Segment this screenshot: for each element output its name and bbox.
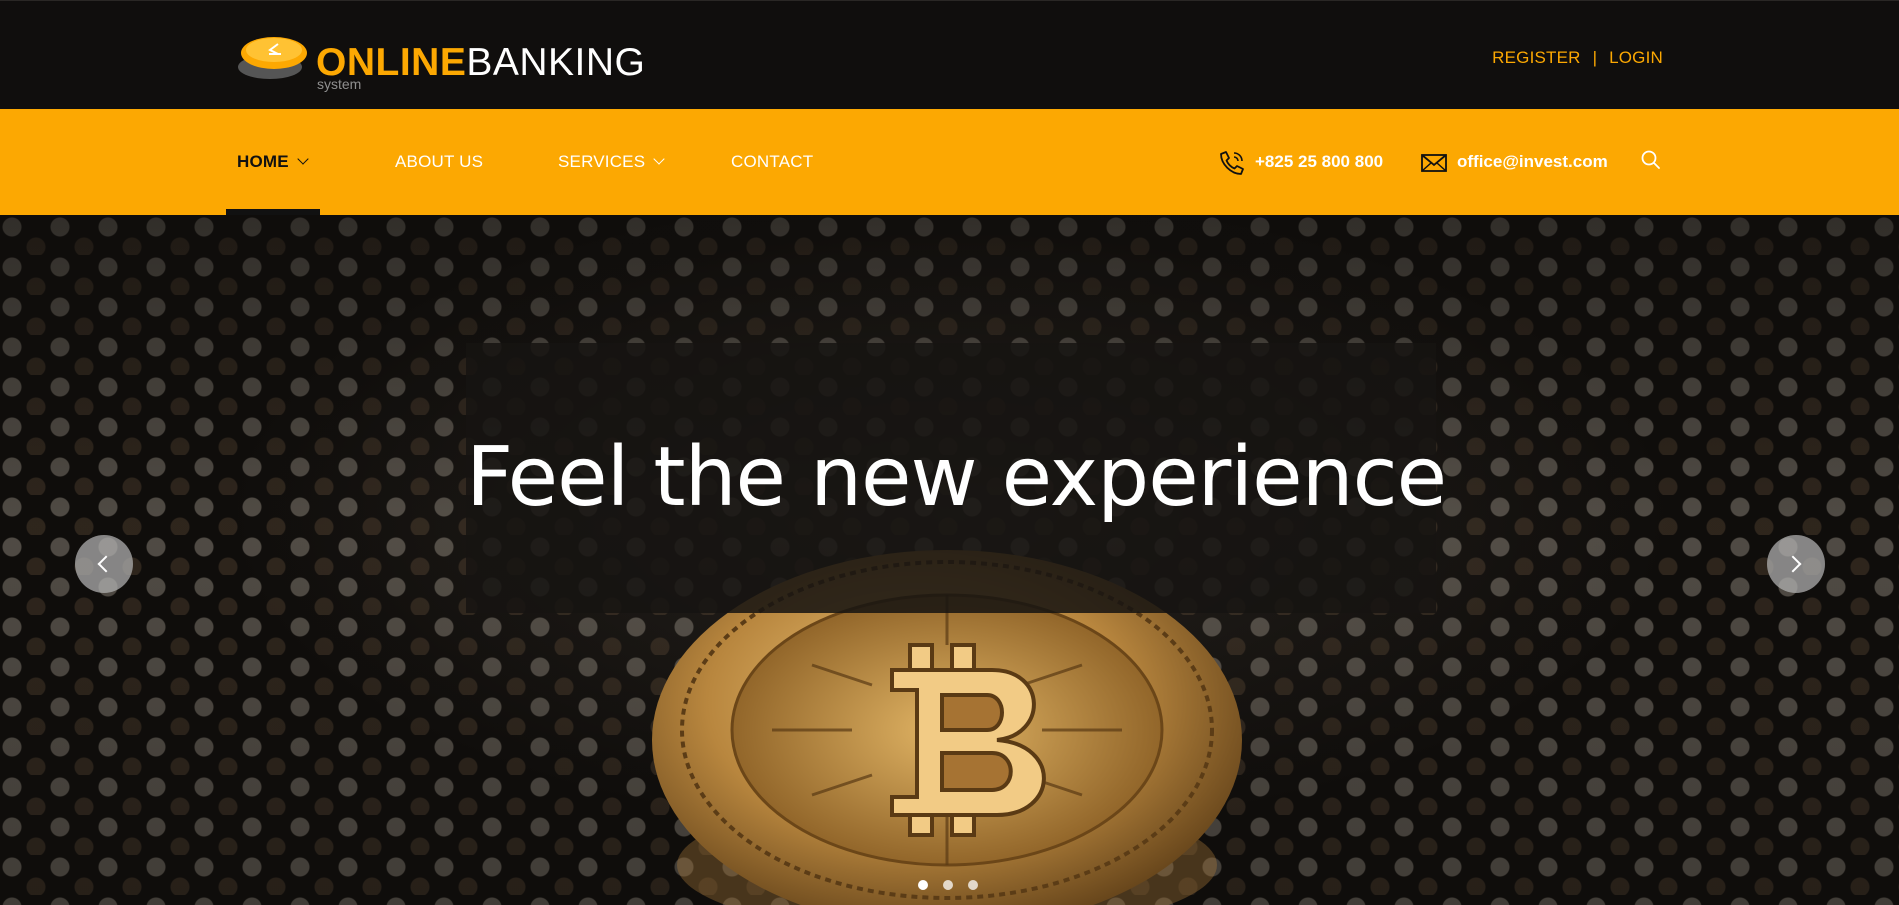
phone-number: +825 25 800 800 — [1255, 152, 1384, 171]
register-link[interactable]: REGISTER — [1492, 48, 1581, 67]
email-contact[interactable]: office@invest.com — [1420, 147, 1608, 177]
main-navbar: HOME ABOUT US SERVICES CONTACT +825 25 8… — [0, 109, 1899, 215]
slide-caption-box: Feel the new experience — [466, 343, 1447, 613]
brand-wordmark: ONLINEBANKING — [316, 39, 645, 87]
nav-item-about-us-label: ABOUT US — [395, 152, 484, 171]
hero-slider: Feel the new experience — [0, 215, 1899, 905]
top-header: ONLINEBANKING system REGISTER | LOGIN — [0, 0, 1899, 109]
envelope-icon — [1421, 153, 1447, 172]
brand-tagline: system — [317, 76, 362, 92]
phone-icon — [1220, 150, 1244, 175]
nav-item-home-label: HOME — [237, 152, 289, 171]
slide-caption: Feel the new experience — [466, 430, 1447, 525]
slider-prev-button[interactable] — [75, 535, 133, 593]
slide-indicator-1[interactable] — [918, 880, 928, 890]
slide-indicator-3[interactable] — [968, 880, 978, 890]
chevron-down-icon — [297, 153, 309, 165]
nav-item-home[interactable]: HOME — [237, 109, 309, 215]
nav-item-about-us[interactable]: ABOUT US — [395, 109, 483, 215]
slider-next-button[interactable] — [1767, 535, 1825, 593]
coin-logo-icon — [238, 37, 307, 79]
search-icon — [1641, 150, 1660, 169]
slider-indicators — [918, 877, 993, 890]
nav-item-services-label: SERVICES — [558, 152, 646, 171]
search-button[interactable] — [1640, 149, 1662, 171]
auth-separator: | — [1592, 48, 1598, 67]
chevron-down-icon — [653, 153, 665, 165]
nav-item-services[interactable]: SERVICES — [558, 109, 665, 215]
brand-word-banking: BANKING — [466, 41, 646, 84]
phone-contact[interactable]: +825 25 800 800 — [1218, 147, 1383, 177]
nav-item-contact-label: CONTACT — [731, 152, 814, 171]
auth-links: REGISTER | LOGIN — [1492, 48, 1663, 68]
brand-logo[interactable]: ONLINEBANKING system — [236, 33, 656, 93]
login-link[interactable]: LOGIN — [1609, 48, 1663, 67]
slide-indicator-2[interactable] — [943, 880, 953, 890]
nav-item-contact[interactable]: CONTACT — [731, 109, 813, 215]
email-address: office@invest.com — [1457, 152, 1608, 171]
